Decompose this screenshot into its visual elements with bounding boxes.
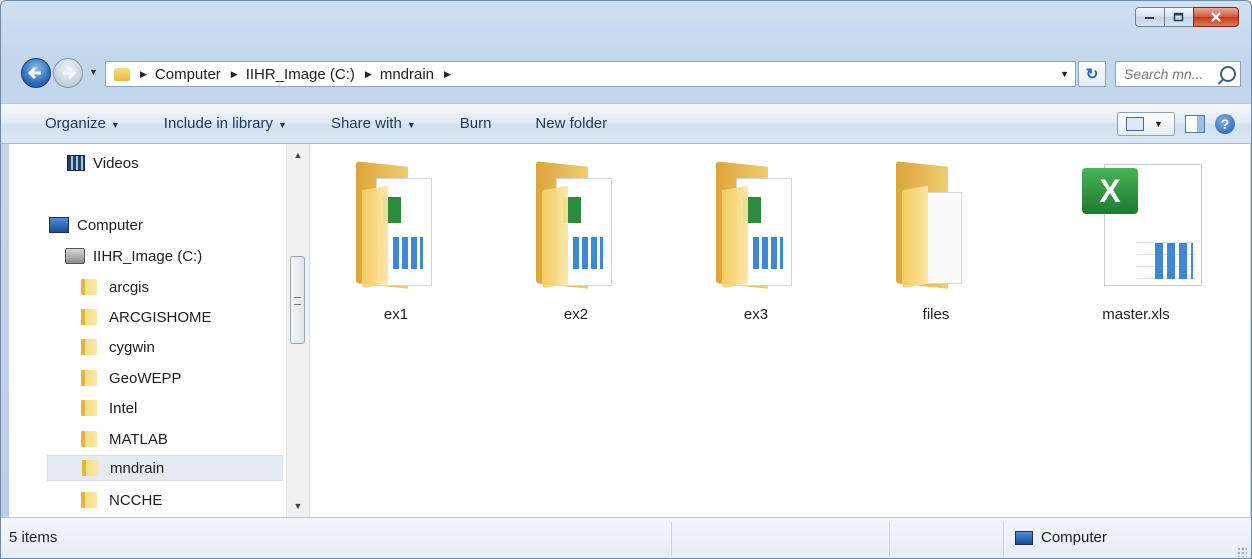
nav-item-arcgis[interactable]: arcgis: [81, 274, 149, 300]
back-button[interactable]: [21, 58, 51, 88]
scroll-down-icon[interactable]: ▼: [287, 497, 309, 515]
computer-icon: [49, 217, 69, 233]
status-divider: [1003, 522, 1004, 556]
excel-folder-icon: [528, 158, 624, 289]
file-name: ex2: [563, 306, 589, 323]
new-folder-button[interactable]: New folder: [513, 109, 629, 138]
status-divider: [889, 522, 890, 556]
share-with-button[interactable]: Share with ▼: [309, 109, 438, 138]
nav-item-matlab[interactable]: MATLAB: [81, 426, 168, 452]
nav-item-computer[interactable]: Computer: [49, 212, 143, 238]
file-item-ex1[interactable]: ex1: [336, 158, 456, 323]
nav-item-intel[interactable]: Intel: [81, 395, 137, 421]
file-item-ex3[interactable]: ex3: [696, 158, 816, 323]
search-input[interactable]: [1122, 65, 1218, 83]
drive-icon: [65, 248, 85, 264]
file-name: files: [922, 306, 950, 323]
minimize-button[interactable]: [1135, 7, 1164, 27]
file-name: master.xls: [1102, 306, 1170, 323]
burn-button[interactable]: Burn: [438, 109, 514, 138]
nav-item-mndrain[interactable]: mndrain: [47, 455, 283, 481]
file-name: ex3: [743, 306, 769, 323]
file-list: ex1 ex2 ex3 files X master.xls: [310, 144, 1250, 517]
search-icon[interactable]: [1220, 66, 1236, 82]
forward-button[interactable]: [53, 58, 83, 88]
chevron-down-icon: ▼: [278, 120, 287, 130]
chevron-right-icon[interactable]: ▶: [140, 69, 147, 80]
explorer-window: ▼ ▶ Computer ▶ IIHR_Image (C:) ▶ mndrain ▶ ▼…: [0, 0, 1252, 559]
organize-button[interactable]: Organize ▼: [25, 109, 142, 138]
excel-folder-icon: [708, 158, 804, 289]
status-zone: Computer: [1015, 529, 1107, 546]
refresh-button[interactable]: ↻: [1078, 61, 1106, 87]
file-item-master-xls[interactable]: X master.xls: [1076, 158, 1202, 323]
scroll-up-icon[interactable]: ▲: [287, 146, 309, 164]
breadcrumb-drive[interactable]: ▶ IIHR_Image (C:): [221, 66, 355, 83]
back-arrow-icon: [27, 66, 41, 80]
chevron-down-icon: ▼: [110, 120, 120, 130]
computer-icon: [1015, 530, 1033, 545]
excel-folder-icon: [348, 158, 444, 289]
nav-item-geowepp[interactable]: GeoWEPP: [81, 365, 182, 391]
folder-icon: [82, 460, 98, 476]
include-in-library-button[interactable]: Include in library ▼: [142, 109, 309, 138]
navigation-tree: Videos Computer IIHR_Image (C:) arcgis A…: [9, 144, 285, 517]
close-button[interactable]: [1193, 7, 1239, 27]
help-icon[interactable]: ?: [1215, 114, 1235, 134]
minimize-icon: [1145, 17, 1154, 19]
grip-icon: [294, 297, 301, 305]
navigation-pane: Videos Computer IIHR_Image (C:) arcgis A…: [9, 144, 310, 517]
nav-item-arcgishome[interactable]: ARCGISHOME: [81, 304, 212, 330]
view-icon: [1126, 117, 1144, 131]
status-bar: 5 items Computer: [1, 517, 1251, 558]
chevron-right-icon[interactable]: ▶: [231, 69, 238, 80]
item-count: 5 items: [9, 529, 58, 546]
breadcrumb-mndrain[interactable]: ▶ mndrain ▶: [355, 66, 459, 83]
recent-pages-dropdown[interactable]: ▼: [89, 67, 98, 77]
search-box[interactable]: [1115, 61, 1241, 87]
file-item-files[interactable]: files: [876, 158, 996, 323]
caption-buttons: [1135, 7, 1239, 27]
folder-icon: [81, 279, 97, 295]
file-name: ex1: [383, 306, 409, 323]
nav-item-videos[interactable]: Videos: [67, 150, 139, 176]
folder-icon: [81, 431, 97, 447]
chevron-right-icon[interactable]: ▶: [365, 69, 372, 80]
chevron-down-icon: ▼: [406, 120, 416, 130]
folder-icon: [114, 67, 130, 81]
folder-icon: [888, 158, 984, 289]
address-bar[interactable]: ▶ Computer ▶ IIHR_Image (C:) ▶ mndrain ▶ ▼: [105, 61, 1076, 87]
breadcrumb-computer[interactable]: ▶ Computer: [130, 66, 221, 83]
forward-arrow-icon: [63, 66, 77, 80]
maximize-button[interactable]: [1164, 7, 1193, 27]
videos-icon: [67, 155, 85, 171]
chevron-right-icon[interactable]: ▶: [444, 69, 451, 80]
preview-pane-icon[interactable]: [1185, 115, 1205, 133]
scrollbar-thumb[interactable]: [290, 256, 305, 344]
navigation-scrollbar[interactable]: ▲ ▼: [286, 144, 309, 517]
nav-item-cygwin[interactable]: cygwin: [81, 334, 155, 360]
command-bar: Organize ▼ Include in library ▼ Share with…: [1, 103, 1251, 144]
maximize-icon: [1173, 12, 1184, 22]
folder-icon: [81, 309, 97, 325]
close-icon: [1211, 12, 1221, 22]
status-divider: [671, 522, 672, 556]
file-item-ex2[interactable]: ex2: [516, 158, 636, 323]
resize-grip-icon[interactable]: [1237, 547, 1247, 557]
navigation-row: ▼ ▶ Computer ▶ IIHR_Image (C:) ▶ mndrain ▶ ▼…: [21, 56, 1241, 92]
toolbar-right: ▼ ?: [1117, 112, 1235, 136]
folder-icon: [81, 400, 97, 416]
refresh-icon: ↻: [1085, 66, 1099, 83]
address-dropdown-icon[interactable]: ▼: [1060, 69, 1069, 79]
folder-icon: [81, 370, 97, 386]
change-view-button[interactable]: ▼: [1117, 112, 1175, 136]
folder-icon: [81, 492, 97, 508]
folder-icon: [81, 339, 97, 355]
nav-item-drive[interactable]: IIHR_Image (C:): [65, 243, 202, 269]
chevron-down-icon[interactable]: ▼: [1154, 119, 1163, 129]
excel-file-icon: X: [1082, 158, 1202, 286]
nav-item-ncche[interactable]: NCCHE: [81, 487, 162, 513]
